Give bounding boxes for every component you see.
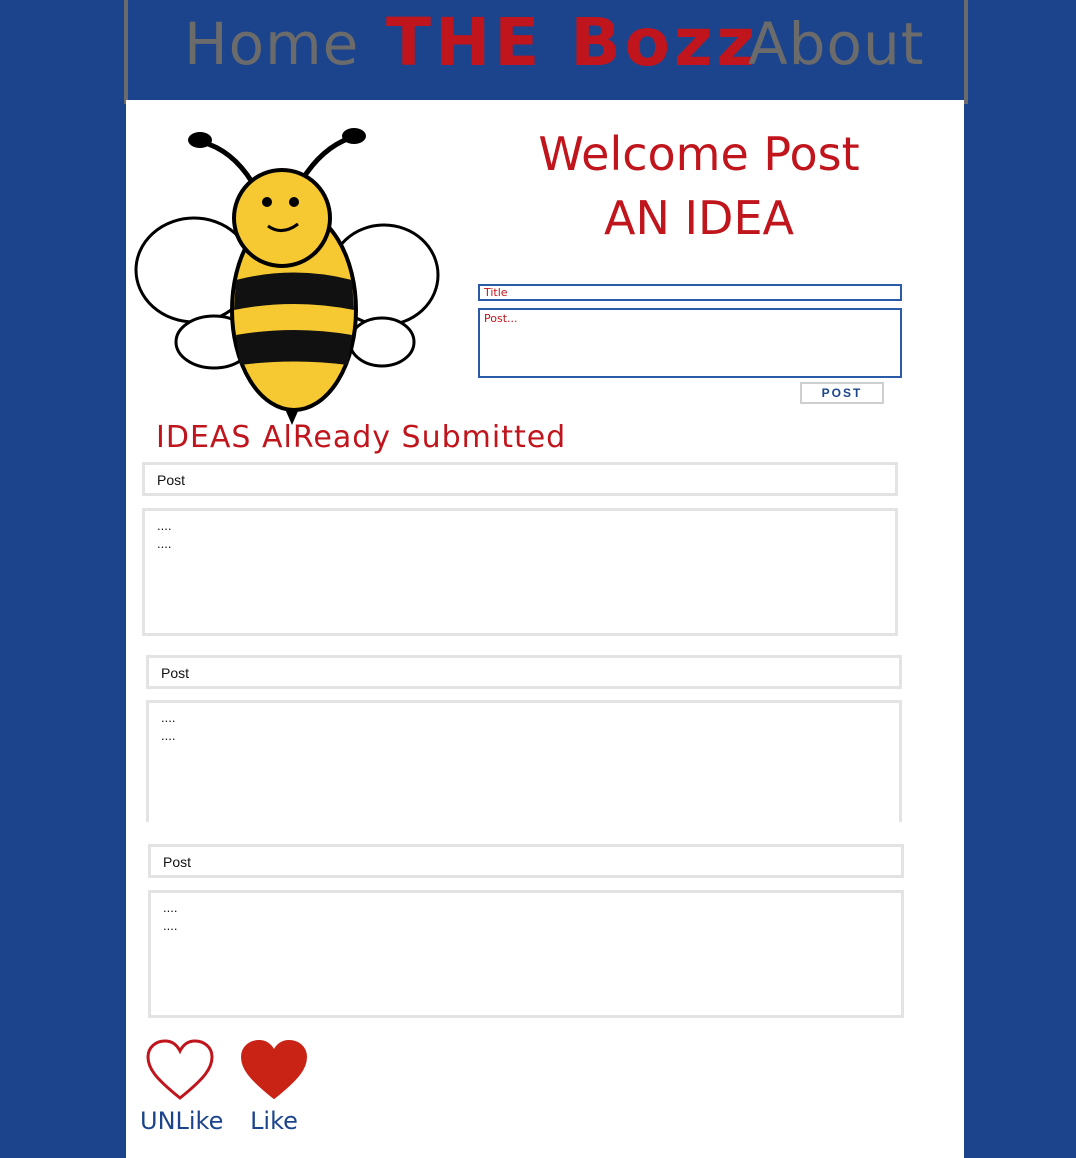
welcome-line-2: AN IDEA bbox=[603, 191, 795, 245]
post-body-line: .... bbox=[157, 518, 172, 533]
ideas-heading: IDEAS AlReady Submitted bbox=[156, 420, 567, 455]
welcome-heading: Welcome Post AN IDEA bbox=[534, 122, 864, 250]
post-title-field[interactable]: Post bbox=[146, 655, 902, 689]
welcome-line-1: Welcome Post bbox=[538, 127, 860, 181]
nav-about-link[interactable]: About bbox=[748, 10, 924, 78]
post-body-line: .... bbox=[163, 900, 178, 915]
unlike-button[interactable]: UNLike bbox=[140, 1038, 224, 1135]
title-input[interactable] bbox=[478, 284, 902, 301]
post-body-line: .... bbox=[163, 918, 178, 933]
nav-home-link[interactable]: Home bbox=[184, 10, 359, 78]
post-body-field[interactable]: .... .... bbox=[142, 508, 898, 636]
top-nav-bar: Home THE Bozz About bbox=[124, 0, 968, 104]
main-panel: Welcome Post AN IDEA POST IDEAS AlReady … bbox=[126, 100, 964, 1158]
post-body-line: .... bbox=[161, 728, 176, 743]
heart-filled-icon bbox=[240, 1039, 308, 1100]
like-button[interactable]: Like bbox=[236, 1038, 312, 1135]
post-body-line: .... bbox=[157, 536, 172, 551]
post-body-line: .... bbox=[161, 710, 176, 725]
post-textarea[interactable] bbox=[478, 308, 902, 378]
post-submit-button[interactable]: POST bbox=[800, 382, 884, 404]
post-title-field[interactable]: Post bbox=[148, 844, 904, 878]
post-title-field[interactable]: Post bbox=[142, 462, 898, 496]
unlike-label: UNLike bbox=[140, 1107, 224, 1135]
like-label: Like bbox=[250, 1107, 298, 1135]
bee-icon bbox=[134, 128, 440, 425]
post-body-field[interactable]: .... .... bbox=[146, 700, 902, 822]
heart-outline-icon bbox=[146, 1039, 214, 1100]
brand-logo[interactable]: THE Bozz bbox=[386, 4, 759, 81]
post-body-field[interactable]: .... .... bbox=[148, 890, 904, 1018]
